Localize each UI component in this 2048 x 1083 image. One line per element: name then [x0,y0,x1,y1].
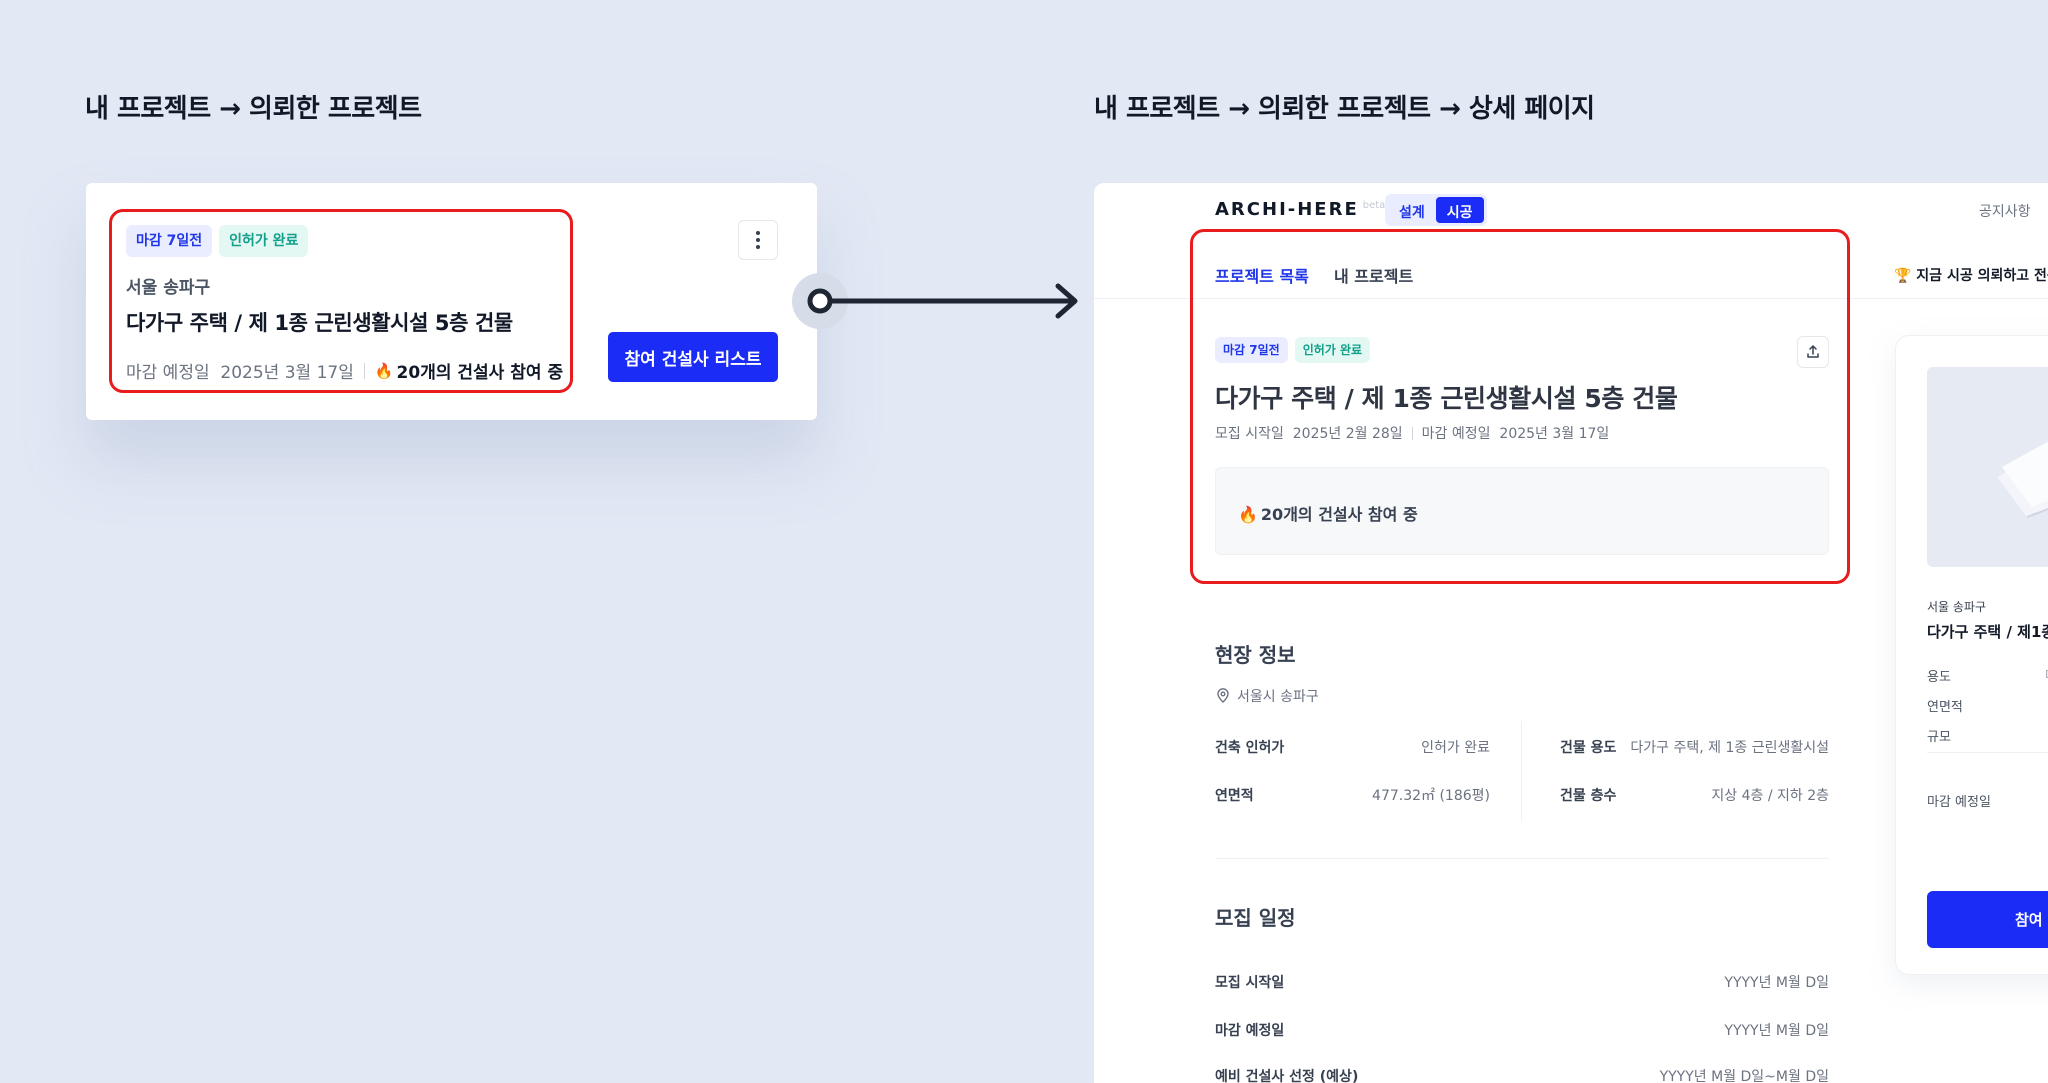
location-text: 서울시 송파구 [1237,689,1319,705]
promo-banner[interactable]: 🏆 지금 시공 의뢰하고 전문가 [1894,265,2048,285]
detail-title: 다가구 주택 / 제 1종 근린생활시설 5층 건물 [1215,384,1678,413]
design-toggle[interactable]: 설계 [1388,197,1436,223]
participate-button[interactable]: 참여 [1927,891,2048,948]
project-region: 서울 송파구 [126,278,211,298]
participants-text: 20개의 건설사 참여 중 [1260,505,1418,524]
info-value: 지상 4층 / 지하 2층 [1711,788,1829,804]
flow-arrow [792,273,1078,329]
side-area-label: 연면적 [1927,700,1963,715]
schedule-label: 예비 건설사 선정 (예상) [1215,1069,1359,1083]
schedule-value: YYYY년 M월 D일 [1724,1023,1829,1039]
date-divider [1411,426,1413,440]
schedule-label: 모집 시작일 [1215,975,1285,991]
construction-toggle[interactable]: 시공 [1435,197,1484,223]
project-title[interactable]: 다가구 주택 / 제 1종 근린생활시설 5층 건물 [126,307,513,337]
participants-text: 20개의 건설사 참여 중 [396,363,564,383]
info-value: 인허가 완료 [1421,740,1490,756]
side-usage-label: 용도 [1927,670,1951,685]
side-region: 서울 송파구 [1927,600,1987,614]
dot [756,245,760,249]
project-meta: 마감 예정일 2025년 3월 17일 🔥 20개의 건설사 참여 중 [126,358,564,384]
info-label: 건물 층수 [1560,788,1617,804]
participants-box: 🔥 20개의 건설사 참여 중 [1215,467,1829,555]
info-value: 477.32㎡ (186평) [1372,788,1490,804]
location-pin-icon [1217,688,1229,703]
info-label: 건축 인허가 [1215,740,1285,756]
site-info-title: 현장 정보 [1215,643,1296,667]
deadline-chip: 마감 7일전 [126,225,213,257]
detail-dates: 모집 시작일 2025년 2월 28일 마감 예정일 2025년 3월 17일 [1215,423,1609,443]
more-options-button[interactable] [738,220,778,260]
deadline-text: 마감 예정일 2025년 3월 17일 [126,363,354,383]
side-title: 다가구 주택 / 제1종 [1927,623,2048,641]
side-scale-label: 규모 [1927,730,1951,745]
arrow-origin-dot [807,288,833,314]
dot [756,238,760,242]
schedule-value: YYYY년 M월 D일~M월 D일 [1659,1069,1829,1083]
more-vertical-icon [756,231,760,235]
permit-chip: 인허가 완료 [1294,337,1371,363]
document-stack-illustration [1997,441,2048,518]
site-location: 서울시 송파구 [1215,686,1319,706]
side-deadline-label: 마감 예정일 [1927,795,1991,810]
fire-icon: 🔥 [1238,505,1258,524]
status-chips: 마감 7일전 인허가 완료 [126,225,309,257]
deadline-chip: 마감 7일전 [1215,337,1288,363]
participant-list-button[interactable]: 참여 건설사 리스트 [608,332,778,382]
start-date: 모집 시작일 2025년 2월 28일 [1215,426,1403,442]
detail-status-chips: 마감 7일전 인허가 완료 [1215,337,1371,363]
info-value: 다가구 주택, 제 1종 근린생활시설 [1630,740,1829,756]
end-date: 마감 예정일 2025년 3월 17일 [1421,426,1610,442]
project-list-card[interactable]: 마감 7일전 인허가 완료 서울 송파구 다가구 주택 / 제 1종 근린생활시… [86,183,817,420]
app-logo[interactable]: ARCHI-HERE beta [1215,199,1385,220]
meta-divider [363,362,365,379]
mode-toggle[interactable]: 설계 시공 [1385,194,1487,226]
section-divider [1215,858,1829,859]
permit-chip: 인허가 완료 [219,225,309,257]
share-button[interactable] [1797,336,1829,368]
project-thumbnail [1927,367,2048,567]
project-summary-card: 서울 송파구 다가구 주택 / 제1종 용도 다 연면적 규모 마감 예정일 참… [1895,335,2048,975]
schedule-value: YYYY년 M월 D일 [1724,975,1829,991]
detail-page-panel: ARCHI-HERE beta 설계 시공 공지사항 프로젝트 목록 내 프로젝트… [1094,183,2048,1083]
info-label: 건물 용도 [1560,740,1617,756]
right-section-heading: 내 프로젝트 → 의뢰한 프로젝트 → 상세 페이지 [1094,94,1595,124]
share-icon [1807,345,1819,358]
schedule-title: 모집 일정 [1215,906,1296,930]
schedule-label: 마감 예정일 [1215,1023,1285,1039]
left-section-heading: 내 프로젝트 → 의뢰한 프로젝트 [85,94,422,124]
notice-link[interactable]: 공지사항 [1979,201,2031,221]
side-divider [1927,752,2048,753]
info-divider [1521,721,1522,821]
participate-button-label: 참여 [2015,911,2043,929]
info-label: 연면적 [1215,788,1254,804]
beta-badge: beta [1362,200,1386,211]
logo-text: ARCHI-HERE [1215,199,1359,220]
fire-icon: 🔥 [374,361,394,380]
